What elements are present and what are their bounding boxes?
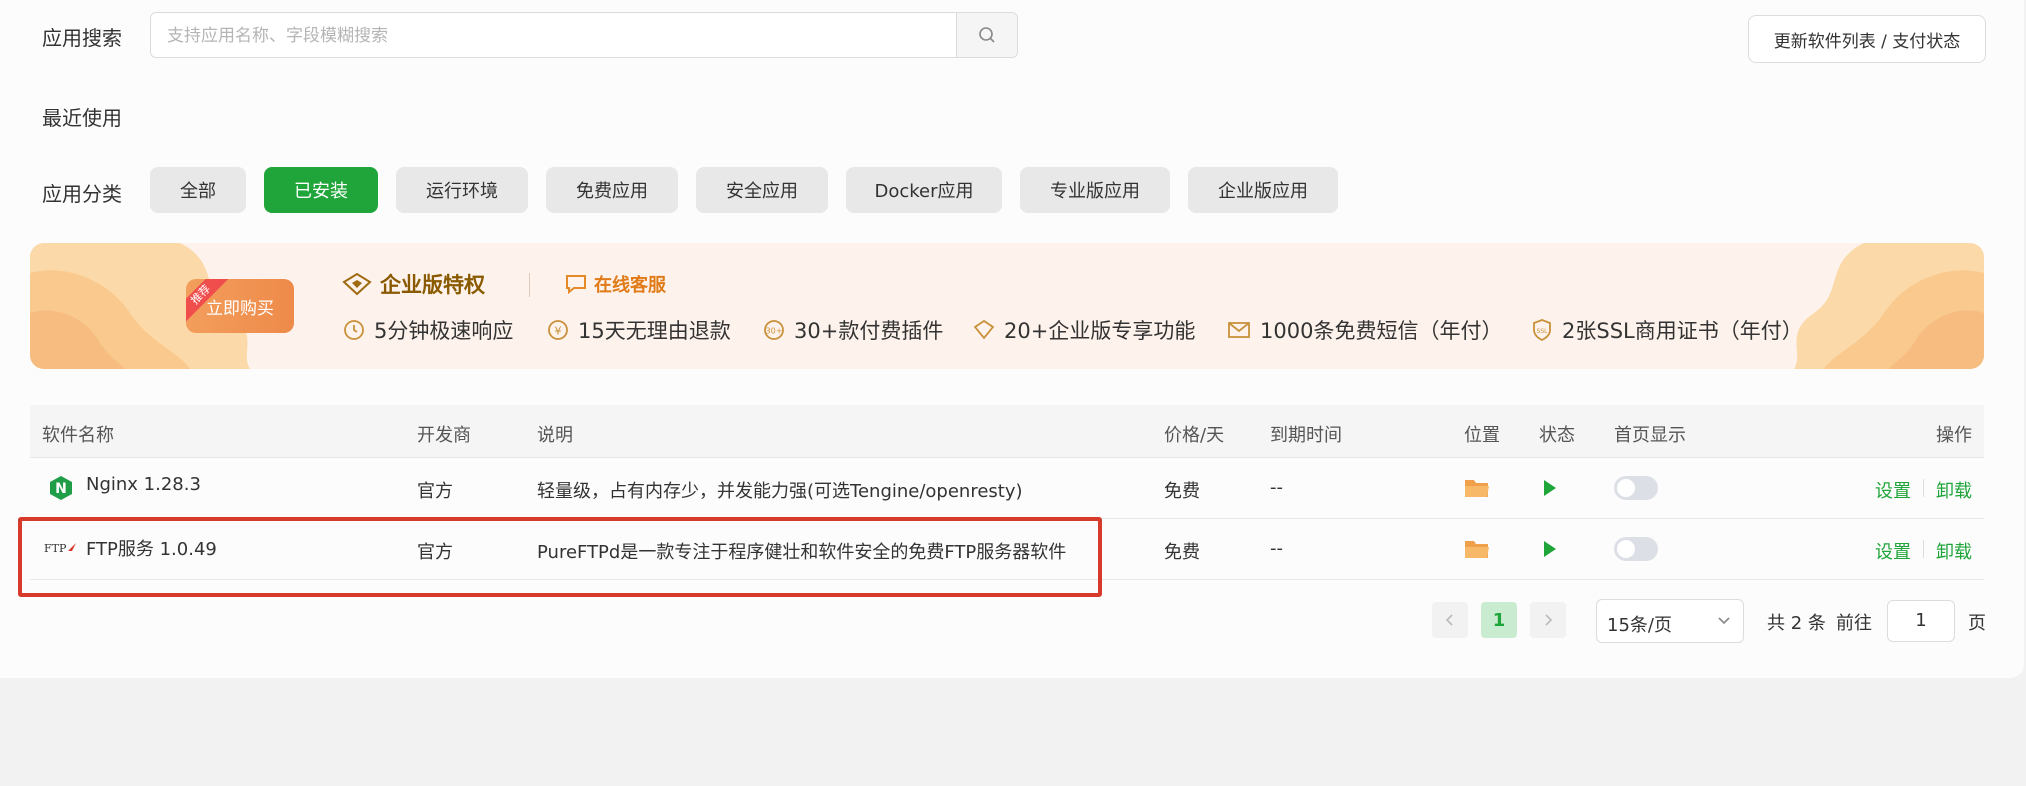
software-name[interactable]: Nginx 1.28.3 (86, 474, 201, 495)
app-store-panel: 应用搜索 更新软件列表 / 支付状态 最近使用 应用分类 全部 已安装 运行环境… (0, 0, 2024, 678)
nginx-icon-text: N (55, 481, 67, 497)
folder-icon[interactable] (1464, 538, 1490, 560)
page-number-1[interactable]: 1 (1481, 602, 1517, 638)
buy-now-button[interactable]: 推荐 立即购买 (186, 279, 294, 333)
category-installed[interactable]: 已安装 (264, 167, 378, 213)
search-input[interactable] (165, 21, 949, 51)
play-icon[interactable] (1542, 478, 1558, 498)
category-label: 应用分类 (42, 182, 122, 206)
divider (529, 273, 530, 297)
action-separator (1923, 479, 1924, 497)
category-security[interactable]: 安全应用 (696, 167, 828, 213)
ssl-shield-icon: SSL (1533, 319, 1551, 342)
mail-icon (1228, 322, 1250, 338)
plugins-badge-icon: 30+ (764, 320, 784, 340)
per-page-value: 15条/页 (1607, 615, 1672, 636)
category-all[interactable]: 全部 (150, 167, 246, 213)
diamond-crown-icon (342, 272, 372, 296)
chat-bubble-icon (566, 275, 586, 295)
category-runtime[interactable]: 运行环境 (396, 167, 528, 213)
uninstall-link[interactable]: 卸载 (1936, 477, 1972, 503)
col-description: 说明 (537, 425, 573, 446)
price: 免费 (1164, 542, 1200, 563)
next-page-button[interactable] (1530, 602, 1566, 638)
col-location: 位置 (1464, 425, 1500, 446)
goto-label: 前往 (1836, 613, 1872, 634)
clock-icon (344, 320, 364, 340)
feature-label: 5分钟极速响应 (374, 319, 514, 343)
table-row: N Nginx 1.28.3 官方 轻量级，占有内存少，并发能力强(可选Teng… (30, 458, 1984, 519)
highlight-box (18, 517, 1102, 597)
price: 免费 (1164, 481, 1200, 502)
enterprise-title: 企业版特权 (380, 273, 485, 297)
chevron-left-icon (1445, 614, 1453, 626)
feature-fast-response: 5分钟极速响应 (342, 315, 513, 345)
search-button[interactable] (956, 13, 1017, 57)
feature-sms: 1000条免费短信（年付） (1226, 315, 1502, 345)
col-status: 状态 (1539, 425, 1575, 446)
homepage-toggle[interactable] (1614, 476, 1658, 500)
action-separator (1923, 540, 1924, 558)
homepage-toggle[interactable] (1614, 537, 1658, 561)
page-suffix: 页 (1968, 613, 1986, 634)
col-price: 价格/天 (1164, 425, 1225, 446)
feature-label: 2张SSL商用证书（年付） (1562, 319, 1803, 343)
online-service-label: 在线客服 (594, 275, 666, 296)
nginx-icon: N (50, 476, 72, 500)
feature-label: 1000条免费短信（年付） (1260, 319, 1503, 343)
feature-label: 20+企业版专享功能 (1004, 319, 1196, 343)
play-icon[interactable] (1542, 539, 1558, 559)
settings-link[interactable]: 设置 (1875, 538, 1911, 564)
feature-plugins: 30+ 30+款付费插件 (762, 315, 943, 345)
prev-page-button[interactable] (1432, 602, 1468, 638)
search-box (150, 12, 1018, 58)
chevron-down-icon (1718, 617, 1730, 625)
update-software-list-button[interactable]: 更新软件列表 / 支付状态 (1748, 15, 1986, 63)
col-software-name: 软件名称 (42, 425, 114, 446)
category-free[interactable]: 免费应用 (546, 167, 678, 213)
folder-icon[interactable] (1464, 477, 1490, 499)
online-service-link[interactable]: 在线客服 (564, 271, 666, 297)
col-actions: 操作 (1936, 425, 1972, 446)
feature-label: 15天无理由退款 (578, 319, 731, 343)
search-icon (979, 27, 995, 43)
money-back-icon: ¥ (548, 320, 568, 340)
feature-enterprise-only: 20+企业版专享功能 (972, 315, 1195, 345)
enterprise-title-group: 企业版特权 (342, 269, 485, 299)
category-pro[interactable]: 专业版应用 (1020, 167, 1170, 213)
settings-link[interactable]: 设置 (1875, 477, 1911, 503)
category-docker[interactable]: Docker应用 (846, 167, 1002, 213)
banner-decor-right (1794, 243, 1984, 369)
col-expiry: 到期时间 (1270, 425, 1342, 446)
table-header: 软件名称 开发商 说明 价格/天 到期时间 位置 状态 首页显示 操作 (30, 405, 1984, 458)
money-back-icon-text: ¥ (555, 325, 562, 338)
chevron-right-icon (1545, 614, 1553, 626)
diamond-icon (973, 319, 995, 340)
ssl-shield-icon-text: SSL (1537, 328, 1549, 335)
search-label: 应用搜索 (42, 26, 122, 50)
expiry: -- (1270, 477, 1283, 498)
plugins-badge-icon-text: 30+ (766, 327, 783, 336)
goto-page-input[interactable]: 1 (1887, 600, 1955, 642)
enterprise-banner: 推荐 立即购买 企业版特权 在线客服 5分钟极速响应 ¥ 15天无理由退款 30… (30, 243, 1984, 369)
per-page-select[interactable]: 15条/页 (1596, 599, 1744, 643)
buy-now-label: 立即购买 (206, 298, 274, 319)
col-homepage: 首页显示 (1614, 425, 1686, 446)
feature-label: 30+款付费插件 (794, 319, 944, 343)
uninstall-link[interactable]: 卸载 (1936, 538, 1972, 564)
recent-label: 最近使用 (42, 106, 122, 130)
description: 轻量级，占有内存少，并发能力强(可选Tengine/openresty) (537, 481, 1023, 502)
developer: 官方 (417, 481, 453, 502)
feature-refund: ¥ 15天无理由退款 (546, 315, 731, 345)
expiry: -- (1270, 538, 1283, 559)
category-enterprise[interactable]: 企业版应用 (1188, 167, 1338, 213)
total-count: 共 2 条 (1767, 613, 1826, 634)
feature-ssl: SSL 2张SSL商用证书（年付） (1530, 315, 1803, 345)
col-developer: 开发商 (417, 425, 471, 446)
